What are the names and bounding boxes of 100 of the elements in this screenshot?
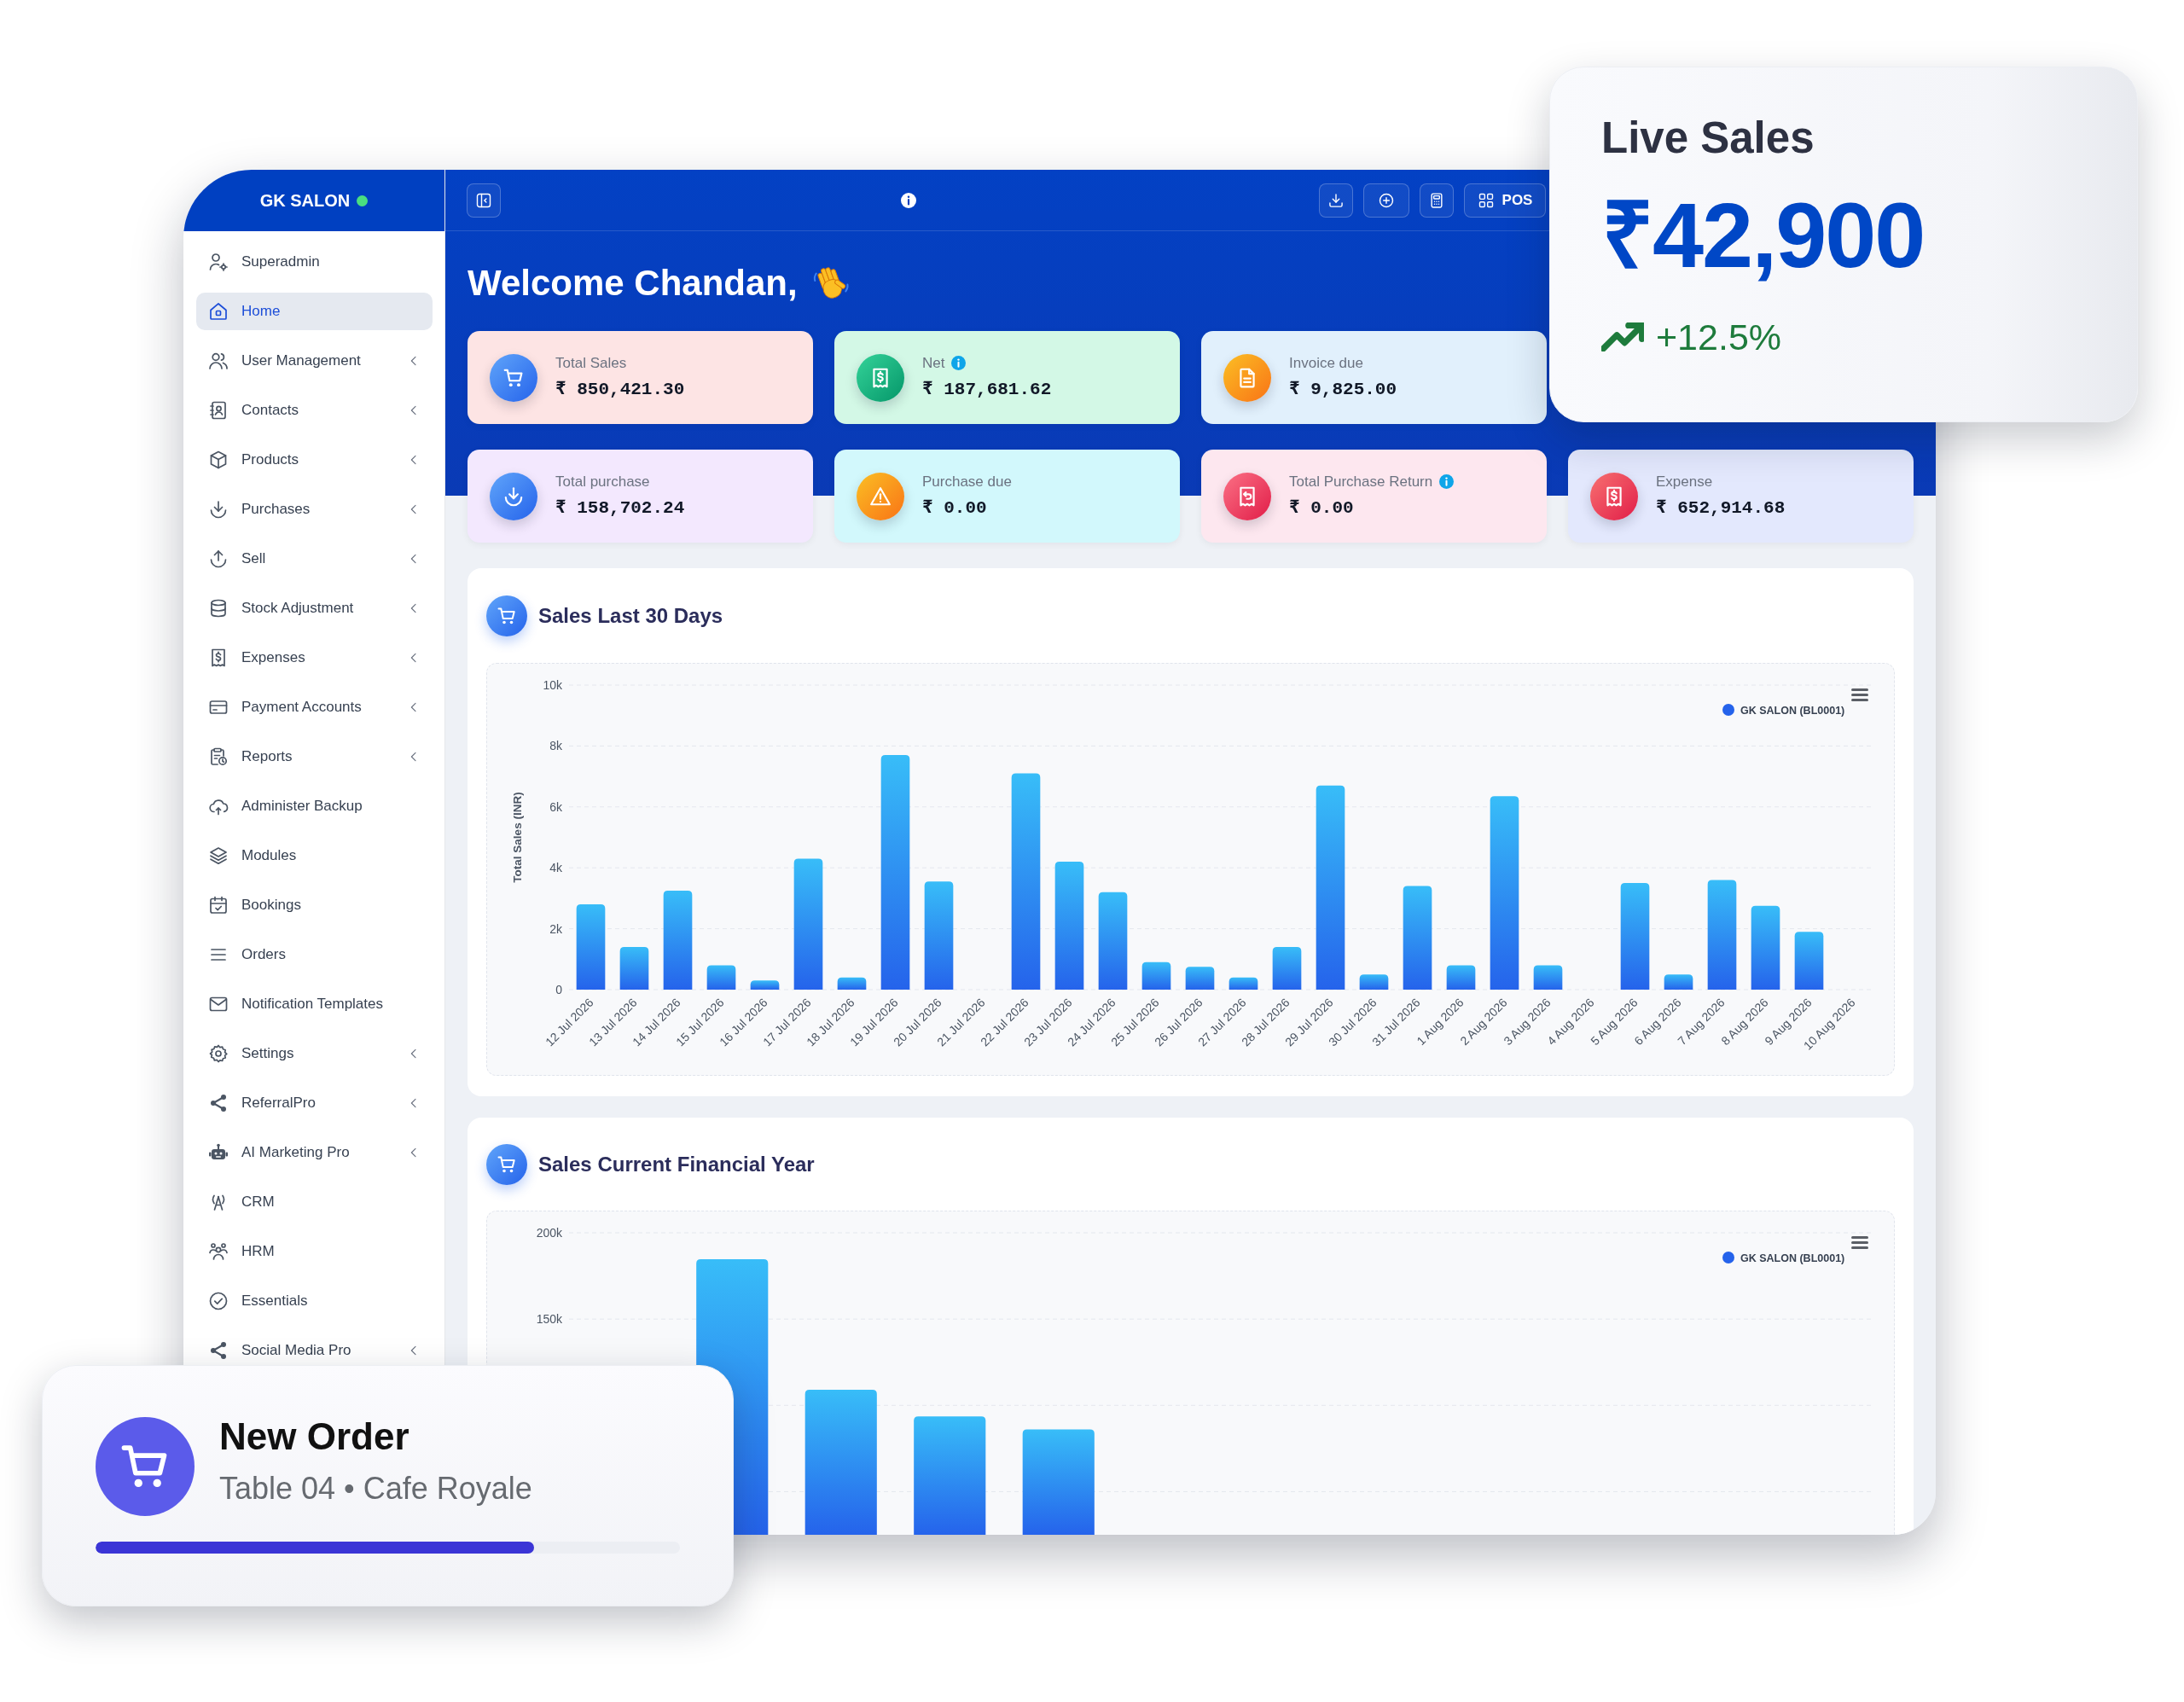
receipt-dollar-icon	[857, 353, 904, 402]
y-tick-label: 6k	[549, 799, 562, 814]
cart-icon	[486, 595, 527, 636]
stat-label: Purchase due	[922, 472, 1012, 491]
nav-item[interactable]: User Management	[196, 342, 433, 380]
pos-button[interactable]: POS	[1464, 183, 1546, 218]
nav-item[interactable]: Expenses	[196, 639, 433, 677]
download-icon	[1327, 191, 1345, 209]
stat-value: ₹ 0.00	[1289, 497, 1355, 520]
bar	[1359, 974, 1389, 990]
chart-title: Sales Last 30 Days	[538, 604, 723, 628]
database-icon	[208, 598, 229, 619]
grid-icon	[1477, 191, 1495, 209]
nav-item[interactable]: Modules	[196, 837, 433, 874]
receipt-return-icon	[1223, 472, 1271, 520]
bar	[750, 980, 780, 990]
bar	[1228, 977, 1258, 990]
stat-label: Net	[922, 353, 945, 373]
bar	[619, 947, 649, 990]
nav-item[interactable]: Bookings	[196, 886, 433, 924]
y-tick-label: 10k	[543, 678, 562, 692]
nav-item[interactable]: Administer Backup	[196, 787, 433, 825]
trend-up-icon	[1601, 322, 1644, 351]
order-subtitle: Table 04 • Cafe Royale	[219, 1470, 532, 1507]
y-tick-label: 0	[555, 983, 562, 996]
bar	[1272, 947, 1302, 990]
download-button[interactable]	[1319, 183, 1353, 218]
stat-label: Total Purchase Return	[1289, 472, 1433, 491]
calculator-button[interactable]	[1420, 183, 1454, 218]
live-sales-title: Live Sales	[1601, 113, 1815, 164]
bar	[1446, 965, 1476, 990]
nav-item[interactable]: Reports	[196, 738, 433, 775]
bar	[1664, 974, 1693, 990]
home-icon	[208, 301, 229, 322]
upload-icon	[208, 549, 229, 569]
stat-value: ₹ 9,825.00	[1289, 378, 1397, 401]
change-percent: +12.5%	[1656, 316, 1782, 358]
legend-label[interactable]: GK SALON (BL0001)	[1740, 704, 1845, 717]
share-icon	[208, 1340, 229, 1361]
nav-item[interactable]: Products	[196, 441, 433, 479]
legend-label[interactable]: GK SALON (BL0001)	[1740, 1252, 1845, 1264]
nav-item[interactable]: Notification Templates	[196, 985, 433, 1023]
menu-icon[interactable]	[1851, 688, 1868, 701]
plus-circle-icon	[1378, 191, 1395, 209]
brand-name: GK SALON	[259, 190, 351, 211]
bar	[837, 977, 867, 990]
order-title: New Order	[219, 1414, 410, 1459]
calendar-check-icon	[208, 895, 229, 915]
y-tick-label: 4k	[549, 861, 562, 875]
legend-dot-icon[interactable]	[1722, 1252, 1734, 1263]
stat-value: ₹ 158,702.24	[555, 497, 685, 520]
receipt-dollar-icon	[1590, 472, 1638, 520]
stat-value: ₹ 0.00	[922, 497, 988, 520]
nav-item[interactable]: Social Media Pro	[196, 1332, 433, 1369]
nav-item[interactable]: Settings	[196, 1035, 433, 1072]
info-icon[interactable]	[901, 192, 916, 208]
y-tick-label: 200k	[536, 1226, 562, 1240]
nav-item[interactable]: Sell	[196, 540, 433, 578]
share-icon	[208, 1093, 229, 1113]
nav-item[interactable]: CRM	[196, 1183, 433, 1221]
stat-value: ₹ 652,914.68	[1656, 497, 1786, 520]
bar	[706, 965, 736, 990]
nav-item[interactable]: Purchases	[196, 491, 433, 528]
live-sales-amount: ₹42,900	[1601, 189, 1926, 282]
stat-label: Expense	[1656, 472, 1713, 491]
nav-item[interactable]: ReferralPro	[196, 1084, 433, 1122]
sidebar-toggle-button[interactable]	[467, 183, 501, 218]
nav-item[interactable]: HRM	[196, 1233, 433, 1270]
stat-label: Invoice due	[1289, 353, 1363, 373]
contacts-book-icon	[208, 400, 229, 421]
user-menu[interactable]: Superadmin	[196, 243, 433, 281]
nav-item[interactable]: AI Marketing Pro	[196, 1134, 433, 1171]
bar	[1141, 961, 1171, 990]
add-button[interactable]	[1363, 183, 1409, 218]
warning-icon	[857, 472, 904, 520]
bar	[1533, 965, 1563, 990]
bar	[1794, 932, 1824, 990]
nav-item[interactable]: Orders	[196, 936, 433, 973]
menu-icon[interactable]	[1851, 1236, 1868, 1249]
nav-item[interactable]: Stock Adjustment	[196, 590, 433, 627]
sidebar-collapse-icon	[475, 191, 492, 209]
chart-title: Sales Current Financial Year	[538, 1153, 815, 1176]
people-icon	[208, 1241, 229, 1262]
y-axis-title: Total Sales (INR)	[511, 792, 524, 883]
download-icon	[208, 499, 229, 520]
box-icon	[208, 450, 229, 470]
y-tick-label: 150k	[536, 1312, 562, 1327]
nav-item[interactable]: Payment Accounts	[196, 688, 433, 726]
bar	[1185, 967, 1215, 990]
stat-label: Total purchase	[555, 472, 650, 491]
stat-label: Total Sales	[555, 353, 627, 373]
legend-dot-icon[interactable]	[1722, 704, 1734, 716]
nav-item[interactable]: Contacts	[196, 392, 433, 429]
nav-item[interactable]: Home	[196, 293, 433, 330]
nav-item[interactable]: Essentials	[196, 1282, 433, 1320]
calculator-icon	[1428, 191, 1445, 209]
cart-icon	[486, 1144, 527, 1185]
welcome-heading: Welcome Chandan,	[468, 262, 798, 305]
users-icon	[208, 351, 229, 371]
clipboard-clock-icon	[208, 746, 229, 767]
